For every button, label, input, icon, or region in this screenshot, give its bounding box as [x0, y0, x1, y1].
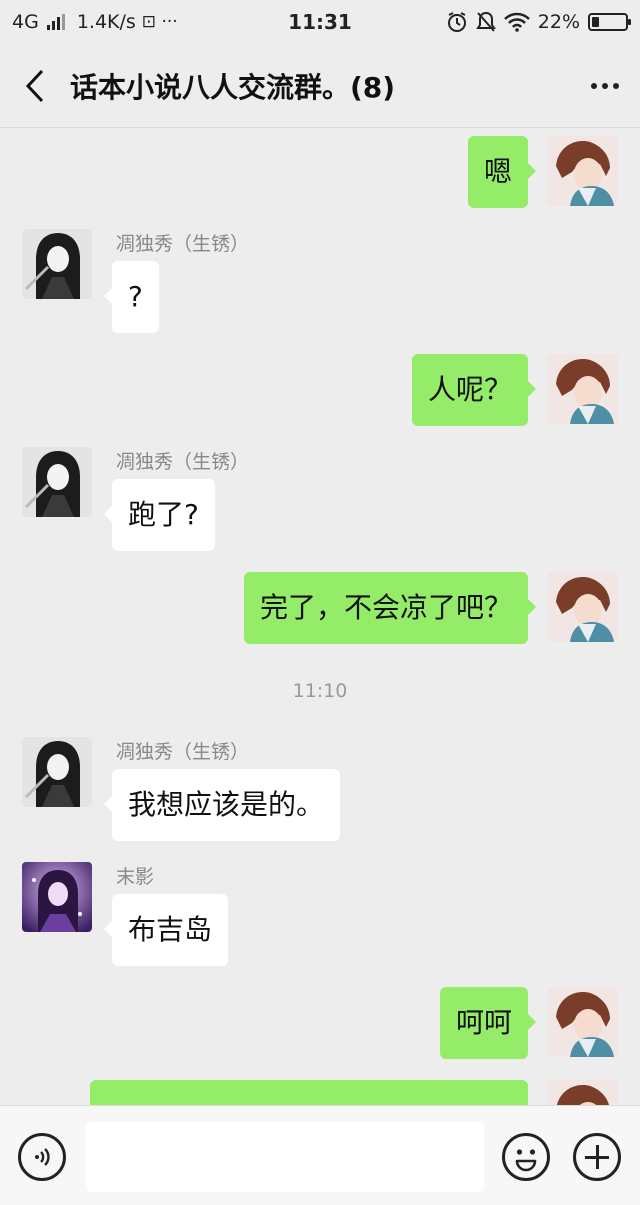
avatar-image	[22, 737, 92, 807]
avatar-user[interactable]	[22, 737, 92, 807]
emoji-icon	[515, 1149, 537, 1172]
message-incoming: 凋独秀（生锈） 跑了?	[0, 447, 640, 551]
message-incoming: 末影 布吉岛	[0, 862, 640, 966]
message-input[interactable]	[86, 1122, 484, 1192]
avatar-self[interactable]	[548, 1080, 618, 1105]
voice-icon	[35, 1148, 50, 1166]
more-dot	[591, 82, 597, 89]
avatar-image	[22, 862, 92, 932]
battery-icon	[588, 13, 631, 31]
status-left: 4G 1.4K/s ⊡ ···	[12, 11, 178, 33]
sender-name: 凋独秀（生锈）	[116, 741, 250, 763]
message-outgoing: 呵呵	[0, 987, 640, 1059]
avatar-user[interactable]	[22, 862, 92, 932]
battery-fill	[592, 17, 600, 27]
message-bubble[interactable]: 呵呵	[439, 987, 537, 1059]
message-incoming: 凋独秀（生锈） 我想应该是的。	[0, 737, 640, 841]
avatar-self[interactable]	[548, 987, 618, 1057]
status-bar: 4G 1.4K/s ⊡ ··· 11:31 22%	[0, 0, 640, 44]
message-bubble[interactable]: 人呢？	[411, 354, 537, 426]
avatar-self[interactable]	[548, 354, 618, 424]
avatar-image	[548, 136, 618, 206]
title-bar: 话本小说八人交流群。(8)	[0, 44, 640, 128]
message-outgoing: 嗯	[0, 136, 640, 208]
more-dot	[613, 82, 619, 89]
more-button[interactable]	[570, 44, 640, 128]
avatar-image	[548, 572, 618, 642]
avatar-self[interactable]	[548, 136, 618, 206]
message-outgoing: 完了，不会凉了吧？	[0, 572, 640, 644]
message-incoming: 凋独秀（生锈） ?	[0, 229, 640, 333]
wifi-icon	[503, 12, 530, 32]
message-bubble[interactable]: 完了，不会凉了吧？	[243, 572, 537, 644]
avatar-user[interactable]	[22, 447, 92, 517]
network-speed: 1.4K/s	[76, 11, 136, 33]
input-bar	[0, 1105, 640, 1205]
more-functions-button[interactable]	[573, 1133, 621, 1181]
more-dot	[602, 82, 608, 89]
message-bubble[interactable]: ?	[104, 261, 159, 333]
sender-name: 末影	[116, 866, 155, 888]
voice-button[interactable]	[18, 1133, 66, 1181]
avatar-user[interactable]	[22, 229, 92, 299]
message-bubble[interactable]: 嗯	[467, 136, 537, 208]
message-list[interactable]: 嗯 凋独秀（生锈） ? 人呢？ 凋独秀（生锈） 跑了? 完了，不会凉了吧？ 11…	[0, 129, 640, 1105]
avatar-image	[22, 229, 92, 299]
avatar-image	[548, 1080, 618, 1105]
network-type: 4G	[12, 11, 39, 33]
avatar-self[interactable]	[548, 572, 618, 642]
time-divider: 11:10	[292, 680, 348, 702]
avatar-image	[548, 354, 618, 424]
sender-name: 凋独秀（生锈）	[116, 233, 250, 255]
sender-name: 凋独秀（生锈）	[116, 451, 250, 473]
status-right: 22%	[446, 11, 631, 33]
back-button[interactable]	[0, 44, 70, 128]
alarm-icon	[447, 12, 466, 32]
emoji-button[interactable]	[502, 1133, 550, 1181]
avatar-image	[22, 447, 92, 517]
battery-text: 22%	[537, 11, 580, 33]
message-bubble[interactable]: 布吉岛	[103, 894, 229, 966]
message-outgoing-partial	[0, 1080, 640, 1105]
message-bubble[interactable]	[90, 1080, 528, 1105]
message-bubble[interactable]: 跑了?	[104, 479, 215, 551]
chevron-left-icon	[25, 69, 44, 102]
message-bubble[interactable]: 我想应该是的。	[103, 769, 341, 841]
message-outgoing: 人呢？	[0, 354, 640, 426]
signal-icon	[46, 14, 65, 30]
chat-title: 话本小说八人交流群。(8)	[70, 70, 396, 104]
mute-icon	[475, 11, 496, 32]
avatar-image	[548, 987, 618, 1057]
notification-icons: ⊡ ···	[141, 12, 178, 32]
